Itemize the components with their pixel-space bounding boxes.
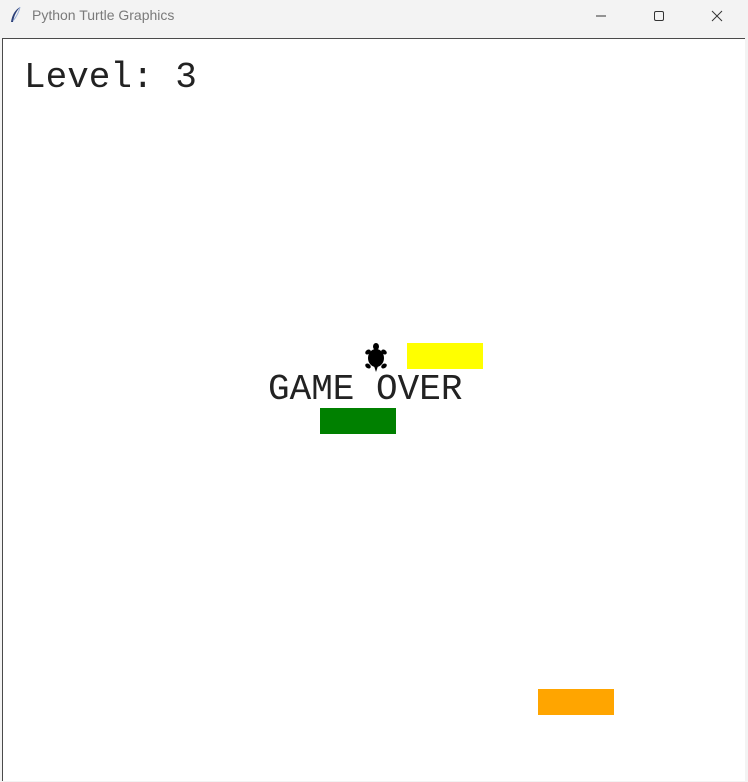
level-label: Level: 3 [24, 57, 197, 98]
car-yellow [407, 343, 483, 369]
window-title: Python Turtle Graphics [32, 7, 175, 23]
title-bar[interactable]: Python Turtle Graphics [0, 0, 748, 32]
tk-feather-icon [11, 6, 21, 22]
turtle-window: Python Turtle Graphics Level: 3 GAME OVE… [0, 0, 748, 782]
game-over-label: GAME OVER [268, 369, 463, 410]
turtle-icon [365, 343, 387, 372]
close-icon [711, 10, 723, 22]
maximize-button[interactable] [630, 0, 688, 32]
maximize-icon [654, 11, 664, 21]
minimize-button[interactable] [572, 0, 630, 32]
car-orange [538, 689, 614, 715]
minimize-icon [596, 15, 606, 17]
close-button[interactable] [688, 0, 746, 32]
